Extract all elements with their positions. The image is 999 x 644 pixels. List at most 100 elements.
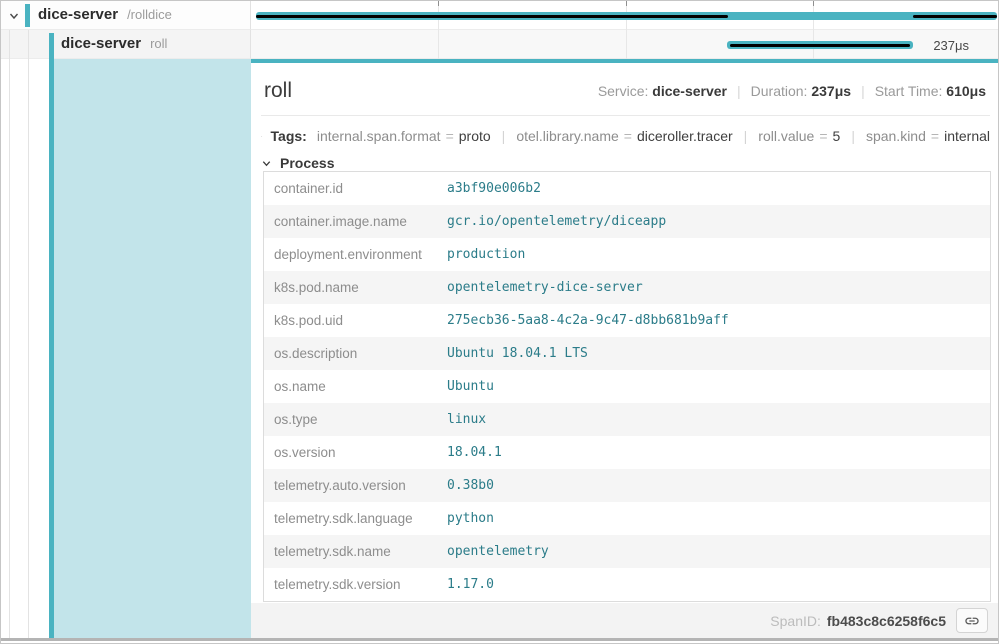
timeline-gridline [813,1,814,59]
process-key: os.type [264,412,437,427]
service-value: dice-server [652,83,727,99]
divider [261,115,990,116]
indent-guide [28,30,29,638]
span-bar-1[interactable] [727,41,913,49]
timeline-gridline [626,1,627,59]
span-detail-header: roll Service: dice-server|Duration: 237μ… [264,75,986,107]
process-value: 18.04.1 [437,445,502,460]
process-table: container.ida3bf90e006b2container.image.… [263,171,991,602]
process-toggle[interactable]: Process [261,153,334,173]
tag-value: proto [459,128,491,144]
tags-toggle[interactable]: Tags: internal.span.format=proto|otel.li… [261,123,990,149]
process-key: os.name [264,379,437,394]
ruler-tick [813,1,814,6]
tag-key: internal.span.format [317,128,441,144]
process-value: gcr.io/opentelemetry/diceapp [437,214,666,229]
process-table-row: os.typelinux [264,403,990,436]
tag-key: roll.value [758,128,814,144]
span-detail-panel: roll Service: dice-server|Duration: 237μ… [251,59,999,638]
process-table-row: k8s.pod.nameopentelemetry-dice-server [264,271,990,304]
chevron-right-icon [261,131,263,142]
span-name-cell-rolldice[interactable]: dice-server/rolldice [1,1,251,30]
process-key: telemetry.sdk.version [264,577,437,592]
separator: | [727,83,751,99]
process-value: python [437,511,494,526]
span-title: roll [264,79,292,103]
service-name: dice-server [61,35,141,52]
process-table-row: os.descriptionUbuntu 18.04.1 LTS [264,337,990,370]
process-table-row: telemetry.sdk.nameopentelemetry [264,535,990,568]
process-key: telemetry.sdk.language [264,511,437,526]
process-value: opentelemetry-dice-server [437,280,643,295]
tag-value: internal [944,128,990,144]
ruler-tick [626,1,627,6]
separator: | [840,128,866,144]
chevron-down-icon[interactable] [8,10,20,22]
start-time-value: 610μs [946,83,986,99]
process-value: 0.38b0 [437,478,494,493]
process-key: telemetry.sdk.name [264,544,437,559]
operation-name: /rolldice [127,7,172,22]
process-table-row: deployment.environmentproduction [264,238,990,271]
process-label: Process [280,155,334,171]
critical-path-overlay [913,15,997,18]
span-name-cell-roll[interactable]: dice-server roll [1,30,251,59]
span-id-label: SpanID: [770,613,821,629]
equals-sign: = [619,128,637,144]
critical-path-overlay [256,15,728,18]
separator: | [491,128,517,144]
process-table-row: k8s.pod.uid275ecb36-5aa8-4c2a-9c47-d8bb6… [264,304,990,337]
copy-link-button[interactable] [956,608,988,633]
ruler-tick [438,1,439,6]
tags-list: internal.span.format=proto|otel.library.… [317,128,990,144]
duration-value: 237μs [811,83,851,99]
process-value: linux [437,412,486,427]
process-key: telemetry.auto.version [264,478,437,493]
process-value: a3bf90e006b2 [437,181,541,196]
process-key: deployment.environment [264,247,437,262]
process-table-row: os.version18.04.1 [264,436,990,469]
operation-name: roll [150,36,167,51]
equals-sign: = [814,128,832,144]
process-key: os.version [264,445,437,460]
process-key: container.id [264,181,437,196]
duration-label: Duration: [751,83,808,99]
process-key: k8s.pod.uid [264,313,437,328]
span-bar-0[interactable] [256,12,997,20]
separator: | [733,128,759,144]
tag-value: diceroller.tracer [637,128,733,144]
equals-sign: = [926,128,944,144]
span-summary: Service: dice-server|Duration: 237μs|Sta… [598,83,986,99]
tag-key: otel.library.name [516,128,618,144]
process-table-row: container.image.namegcr.io/opentelemetry… [264,205,990,238]
process-value: opentelemetry [437,544,549,559]
critical-path-overlay [730,44,910,47]
bottom-border [1,638,999,641]
process-table-row: container.ida3bf90e006b2 [264,172,990,205]
link-icon [964,613,980,629]
process-key: container.image.name [264,214,437,229]
indent-guide [9,30,10,638]
process-value: production [437,247,525,262]
process-value: Ubuntu [437,379,494,394]
process-table-row: telemetry.auto.version0.38b0 [264,469,990,502]
process-value: 1.17.0 [437,577,494,592]
tags-label: Tags: [271,128,307,144]
process-table-row: os.nameUbuntu [264,370,990,403]
process-key: k8s.pod.name [264,280,437,295]
process-value: 275ecb36-5aa8-4c2a-9c47-d8bb681b9aff [437,313,729,328]
service-name: dice-server [38,6,118,23]
process-table-row: telemetry.sdk.version1.17.0 [264,568,990,601]
trace-view: dice-server/rolldice dice-server roll 237… [0,0,999,644]
span-detail-footer: SpanID: fb483c8c6258f6c5 [251,603,999,638]
timeline-gridline [438,1,439,59]
process-key: os.description [264,346,437,361]
process-table-row: telemetry.sdk.languagepython [264,502,990,535]
separator: | [851,83,875,99]
chevron-down-icon [261,158,272,169]
process-value: Ubuntu 18.04.1 LTS [437,346,588,361]
tag-key: span.kind [866,128,926,144]
service-label: Service: [598,83,649,99]
selected-row-highlight [54,59,251,638]
service-color-bar [25,4,30,27]
